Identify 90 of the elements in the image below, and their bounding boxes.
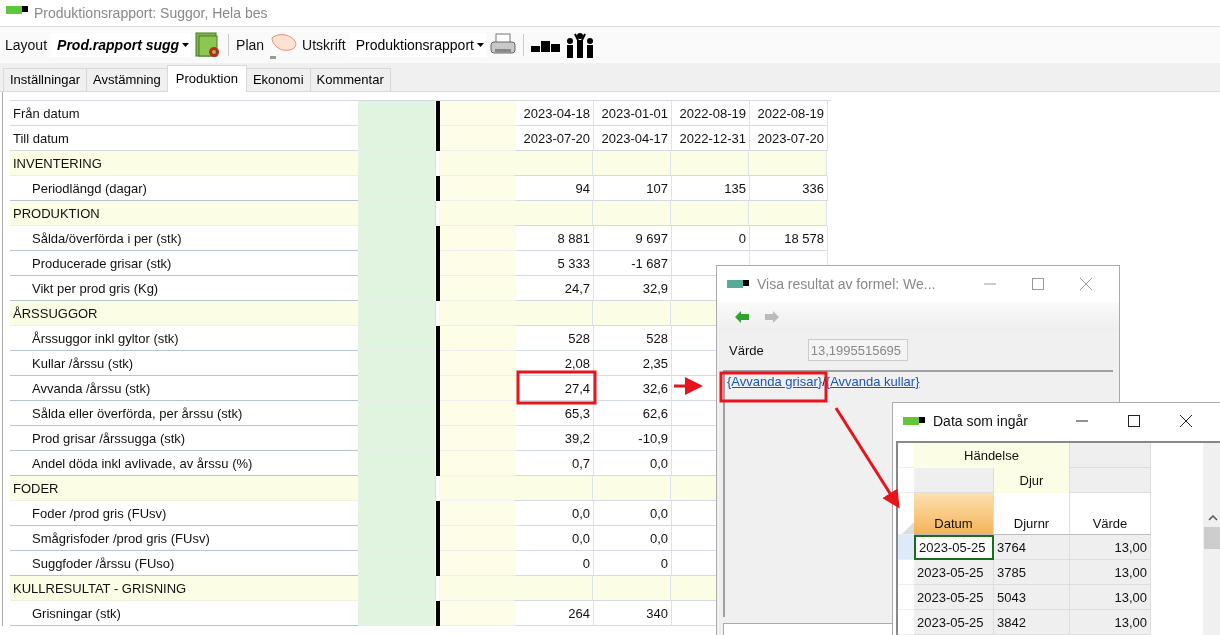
table-cell: 528	[516, 326, 594, 351]
table-cell: 2,35	[594, 351, 672, 376]
tab[interactable]: Inställningar	[3, 68, 88, 91]
caret-icon	[476, 43, 484, 47]
table-cell: 5043	[994, 585, 1070, 610]
tab[interactable]: Kommentar	[309, 68, 391, 91]
table-cell: 0,0	[594, 526, 672, 551]
table-cell: 0,0	[516, 501, 594, 526]
table-cell: 2023-01-01	[594, 101, 672, 126]
table-cell: 2023-04-18	[516, 101, 594, 126]
row-label: FODER	[10, 476, 358, 501]
row-label: KULLRESULTAT - GRISNING	[10, 576, 358, 601]
app-icon	[6, 6, 28, 14]
plan-label: Plan	[236, 37, 265, 53]
row-label: Foder /prod gris (FUsv)	[10, 501, 358, 526]
printer-icon[interactable]	[489, 33, 516, 57]
table-cell: 65,3	[516, 401, 594, 426]
table-cell: 9 697	[594, 226, 672, 251]
row-label: Årssuggor inkl gyltor (stk)	[10, 326, 358, 351]
table-cell: 2023-05-25	[914, 535, 994, 560]
people-icon[interactable]	[564, 32, 595, 58]
row-label: Smågrisfoder /prod gris (FUsv)	[10, 526, 358, 551]
app-icon	[903, 417, 925, 425]
table-cell: 2023-05-25	[914, 560, 994, 585]
table-cell: 5 333	[516, 251, 594, 276]
row-label: Från datum	[10, 101, 358, 126]
table-cell: 39,2	[516, 426, 594, 451]
row-label: Avvanda /årssu (stk)	[10, 376, 358, 401]
group-header: Djur	[994, 468, 1070, 493]
window-title: Data som ingår	[933, 413, 1029, 429]
table-cell: 2023-05-25	[914, 610, 994, 635]
table-cell: 0,0	[594, 501, 672, 526]
tab[interactable]: Produktion	[166, 65, 247, 92]
table-cell: 3842	[994, 610, 1070, 635]
table-cell: 62,6	[594, 401, 672, 426]
table-cell: 13,00	[1070, 535, 1151, 560]
row-label: Kullar /årssu (stk)	[10, 351, 358, 376]
table-cell: -1 687	[594, 251, 672, 276]
forward-arrow-icon[interactable]	[765, 311, 779, 323]
column-header[interactable]: Datum	[914, 493, 994, 535]
podium-icon[interactable]	[530, 38, 561, 52]
corner-icon	[902, 522, 914, 534]
table-cell: 528	[594, 326, 672, 351]
table-cell: 27,4	[516, 376, 594, 401]
table-cell: 340	[594, 601, 672, 626]
table-cell: 3785	[994, 560, 1070, 585]
row-label: Grisningar (stk)	[10, 601, 358, 626]
caret-icon	[182, 43, 190, 47]
formula-link[interactable]: {Avvanda kullar}	[825, 374, 920, 389]
print-label: Utskrift	[302, 37, 346, 53]
table-cell: 3764	[994, 535, 1070, 560]
scroll-up-icon[interactable]	[1208, 515, 1219, 521]
table-cell: -10,9	[594, 426, 672, 451]
window-title: Visa resultat av formel: We...	[757, 276, 937, 292]
row-label: Producerade grisar (stk)	[10, 251, 358, 276]
back-arrow-icon[interactable]	[735, 311, 749, 323]
table-cell: 2022-08-19	[672, 101, 750, 126]
row-label: Prod grisar /årssugga (stk)	[10, 426, 358, 451]
maximize-icon[interactable]	[1127, 414, 1141, 428]
scrollbar[interactable]	[1203, 443, 1220, 635]
table-cell: 264	[516, 601, 594, 626]
row-label: ÅRSSUGGOR	[10, 301, 358, 326]
row-label: Sålda eller överförda, per årssu (stk)	[10, 401, 358, 426]
table-cell: 0	[672, 226, 750, 251]
value-label: Värde	[729, 342, 764, 358]
row-label: INVENTERING	[10, 151, 358, 176]
app-icon	[727, 280, 749, 288]
table-cell: 2022-08-19	[750, 101, 828, 126]
arrow	[674, 377, 703, 395]
scroll-thumb[interactable]	[1204, 527, 1220, 549]
table-cell: 2023-05-25	[914, 585, 994, 610]
table-cell: 8 881	[516, 226, 594, 251]
column-header[interactable]: Värde	[1070, 493, 1151, 535]
row-label: PRODUKTION	[10, 201, 358, 226]
group-header: Händelse	[914, 443, 1070, 468]
column-header[interactable]: Djurnr	[994, 493, 1070, 535]
table-cell: 32,6	[594, 376, 672, 401]
window-title: Produktionsrapport: Suggor, Hela bes	[34, 5, 268, 21]
table-cell: 13,00	[1070, 610, 1151, 635]
table-cell: 0,0	[516, 526, 594, 551]
close-icon[interactable]	[1179, 414, 1193, 428]
row-label: Sålda/överförda i per (stk)	[10, 226, 358, 251]
report-dropdown[interactable]: Produktionsrapport	[349, 33, 486, 57]
table-cell: 2,08	[516, 351, 594, 376]
table-cell: 13,00	[1070, 585, 1151, 610]
document-gear-icon[interactable]	[195, 32, 222, 58]
table-cell: 18 578	[750, 226, 828, 251]
layout-label: Layout	[5, 37, 48, 53]
layout-dropdown[interactable]: Prod.rapport sugg	[51, 33, 192, 57]
table-cell: 13,00	[1070, 560, 1151, 585]
